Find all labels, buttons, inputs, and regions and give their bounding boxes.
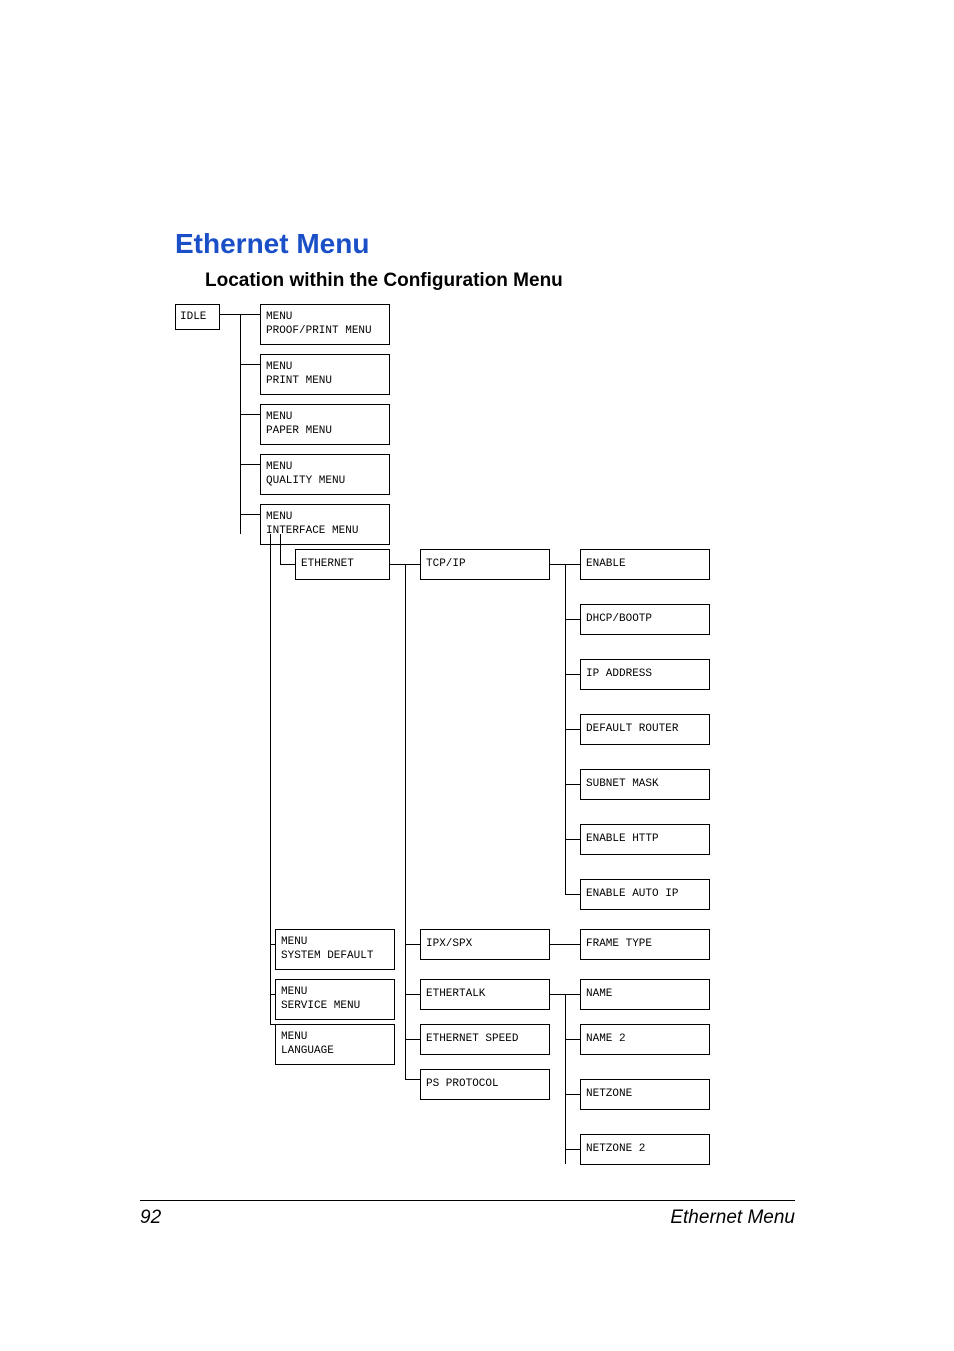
frame-box: FRAME TYPE xyxy=(580,929,710,960)
menu-paper-label: PAPER MENU xyxy=(266,425,332,437)
menu-label: MENU xyxy=(266,361,292,373)
frame-label: FRAME TYPE xyxy=(586,938,652,950)
autoip-label: ENABLE AUTO IP xyxy=(586,888,678,900)
menu-label: MENU xyxy=(266,511,292,523)
ethernet-label: ETHERNET xyxy=(301,558,354,570)
ps-protocol-label: PS PROTOCOL xyxy=(426,1078,499,1090)
menu-proof-print: MENU PROOF/PRINT MENU xyxy=(260,304,390,345)
menu-paper: MENU PAPER MENU xyxy=(260,404,390,445)
ethernet-box: ETHERNET xyxy=(295,549,390,580)
menu-quality-label: QUALITY MENU xyxy=(266,475,345,487)
ethertalk-label: ETHERTALK xyxy=(426,988,485,1000)
ipxspx-box: IPX/SPX xyxy=(420,929,550,960)
subnet-label: SUBNET MASK xyxy=(586,778,659,790)
http-box: ENABLE HTTP xyxy=(580,824,710,855)
ps-protocol-box: PS PROTOCOL xyxy=(420,1069,550,1100)
page-subtitle: Location within the Configuration Menu xyxy=(205,270,795,292)
ethertalk-box: ETHERTALK xyxy=(420,979,550,1010)
menu-tree-diagram: IDLE MENU PROOF/PRINT MENU MENU PRINT ME… xyxy=(175,304,815,1189)
menu-system-default: MENU SYSTEM DEFAULT xyxy=(275,929,395,970)
netzone-box: NETZONE xyxy=(580,1079,710,1110)
ethernet-speed-label: ETHERNET SPEED xyxy=(426,1033,518,1045)
autoip-box: ENABLE AUTO IP xyxy=(580,879,710,910)
ethernet-speed-box: ETHERNET SPEED xyxy=(420,1024,550,1055)
tcpip-box: TCP/IP xyxy=(420,549,550,580)
dhcp-box: DHCP/BOOTP xyxy=(580,604,710,635)
menu-service: MENU SERVICE MENU xyxy=(275,979,395,1020)
menu-label: MENU xyxy=(266,311,292,323)
menu-quality: MENU QUALITY MENU xyxy=(260,454,390,495)
idle-label: IDLE xyxy=(180,311,206,323)
name-label: NAME xyxy=(586,988,612,1000)
ipxspx-label: IPX/SPX xyxy=(426,938,472,950)
menu-print: MENU PRINT MENU xyxy=(260,354,390,395)
name2-box: NAME 2 xyxy=(580,1024,710,1055)
http-label: ENABLE HTTP xyxy=(586,833,659,845)
idle-box: IDLE xyxy=(175,304,220,330)
enable-box: ENABLE xyxy=(580,549,710,580)
menu-label: MENU xyxy=(281,986,307,998)
menu-label: MENU xyxy=(266,411,292,423)
tcpip-label: TCP/IP xyxy=(426,558,466,570)
menu-label: MENU xyxy=(266,461,292,473)
footer-title: Ethernet Menu xyxy=(670,1207,795,1229)
menu-label: MENU xyxy=(281,1031,307,1043)
router-label: DEFAULT ROUTER xyxy=(586,723,678,735)
page-number: 92 xyxy=(140,1207,161,1228)
name2-label: NAME 2 xyxy=(586,1033,626,1045)
page-title: Ethernet Menu xyxy=(175,228,795,260)
netzone-label: NETZONE xyxy=(586,1088,632,1100)
menu-label: MENU xyxy=(281,936,307,948)
page-footer: 92 Ethernet Menu xyxy=(140,1200,795,1229)
menu-proof-print-label: PROOF/PRINT MENU xyxy=(266,325,372,337)
enable-label: ENABLE xyxy=(586,558,626,570)
netzone2-box: NETZONE 2 xyxy=(580,1134,710,1165)
menu-system-default-label: SYSTEM DEFAULT xyxy=(281,950,373,962)
dhcp-label: DHCP/BOOTP xyxy=(586,613,652,625)
menu-print-label: PRINT MENU xyxy=(266,375,332,387)
ip-label: IP ADDRESS xyxy=(586,668,652,680)
ip-box: IP ADDRESS xyxy=(580,659,710,690)
menu-language-label: LANGUAGE xyxy=(281,1045,334,1057)
router-box: DEFAULT ROUTER xyxy=(580,714,710,745)
netzone2-label: NETZONE 2 xyxy=(586,1143,645,1155)
name-box: NAME xyxy=(580,979,710,1010)
menu-service-label: SERVICE MENU xyxy=(281,1000,360,1012)
subnet-box: SUBNET MASK xyxy=(580,769,710,800)
menu-language: MENU LANGUAGE xyxy=(275,1024,395,1065)
